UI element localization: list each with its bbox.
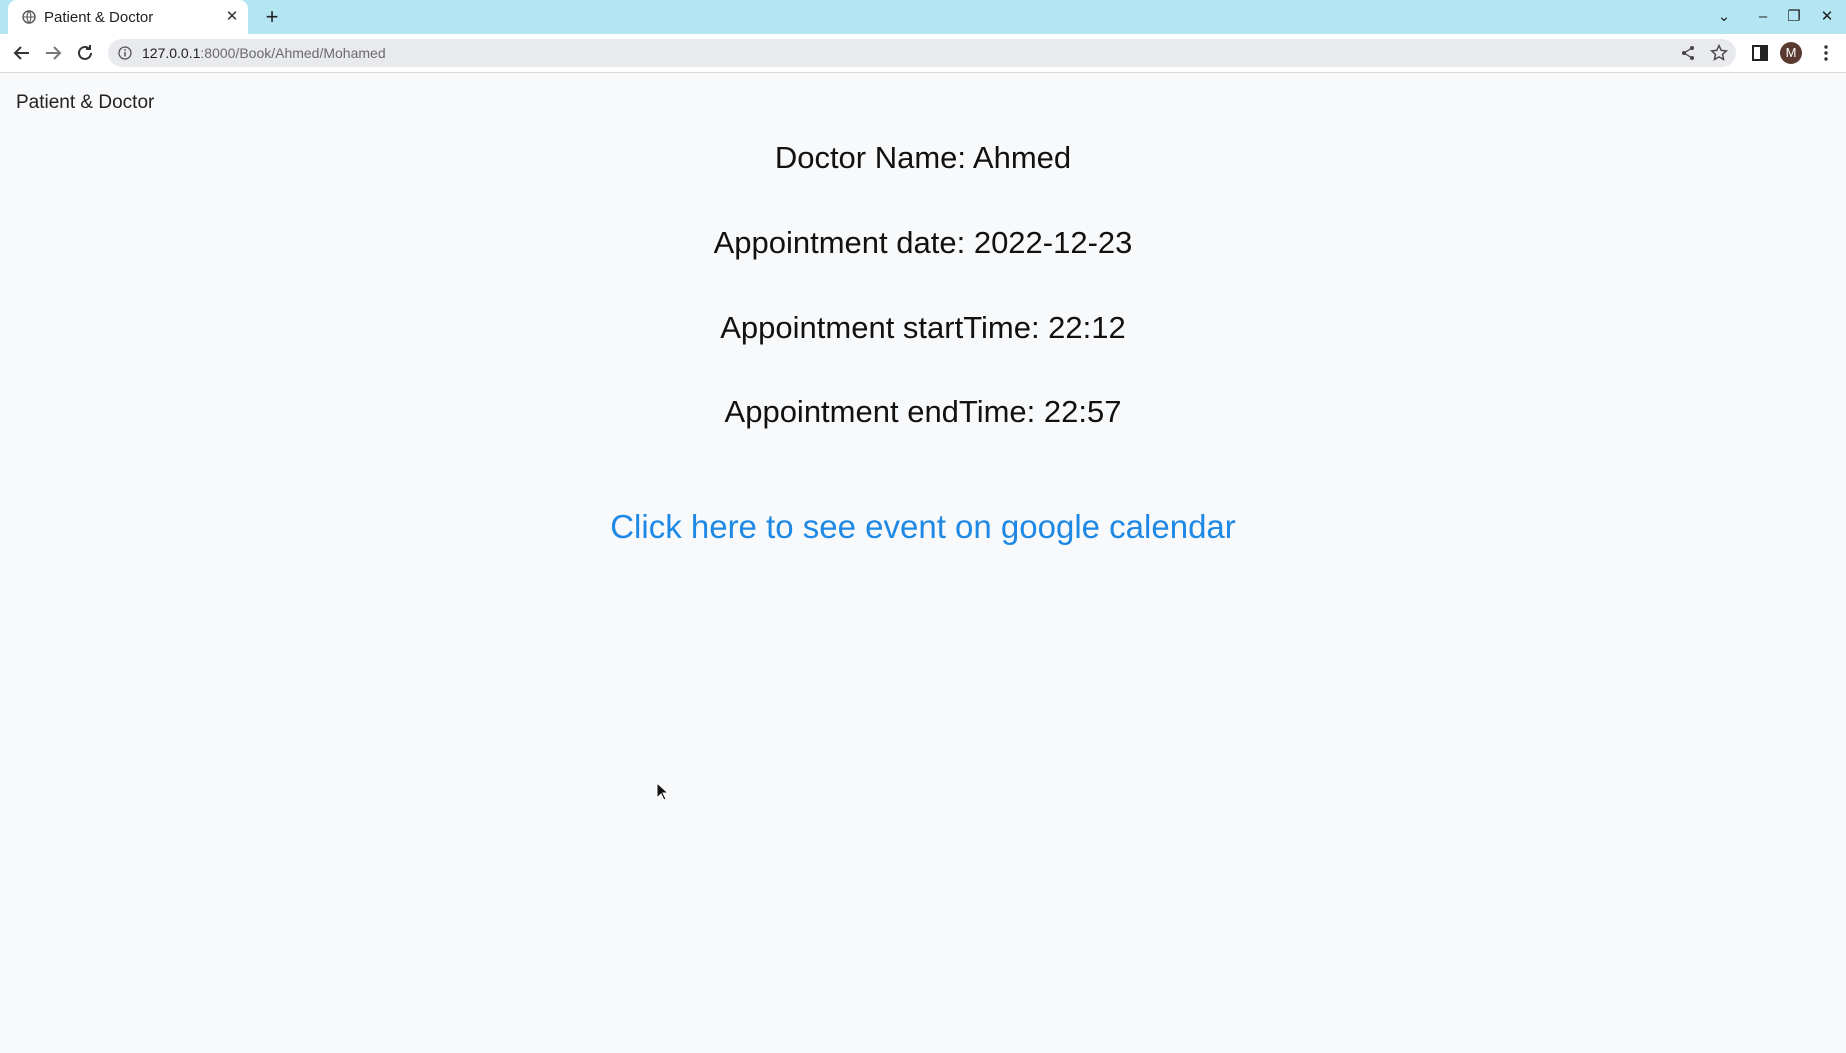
browser-tab[interactable]: Patient & Doctor ✕ [8, 0, 248, 34]
tab-title: Patient & Doctor [44, 9, 154, 26]
info-icon[interactable] [118, 46, 132, 60]
minimize-icon[interactable]: – [1751, 5, 1775, 29]
side-panel-icon[interactable] [1748, 41, 1772, 65]
plus-icon[interactable]: + [260, 5, 284, 29]
window-close-icon[interactable]: ✕ [1815, 5, 1839, 29]
back-icon[interactable] [10, 41, 34, 65]
forward-icon[interactable] [41, 41, 65, 65]
appointment-date: Appointment date: 2022-12-23 [713, 225, 1133, 260]
reload-icon[interactable] [73, 41, 97, 65]
share-icon[interactable] [1678, 43, 1698, 63]
tab-strip: Patient & Doctor ✕ + ⌄ – ❐ ✕ [0, 0, 1846, 34]
restore-icon[interactable]: ❐ [1782, 5, 1806, 29]
browser-toolbar: 127.0.0.1:8000/Book/Ahmed/Mohamed M [0, 34, 1846, 73]
tab-search-dropdown-icon[interactable]: ⌄ [1712, 5, 1736, 29]
appointment-end-time: Appointment endTime: 22:57 [724, 394, 1122, 429]
avatar[interactable]: M [1780, 42, 1802, 64]
url-text: 127.0.0.1:8000/Book/Ahmed/Mohamed [142, 45, 386, 61]
url-path: :8000/Book/Ahmed/Mohamed [200, 45, 386, 61]
appointment-start-time: Appointment startTime: 22:12 [720, 310, 1126, 345]
google-calendar-link[interactable]: Click here to see event on google calend… [0, 508, 1846, 546]
mouse-cursor-icon [656, 782, 670, 801]
address-bar[interactable]: 127.0.0.1:8000/Book/Ahmed/Mohamed [108, 39, 1736, 67]
menu-icon[interactable] [1814, 41, 1838, 65]
navbar-brand[interactable]: Patient & Doctor [16, 92, 154, 114]
star-icon[interactable] [1709, 43, 1729, 63]
url-host: 127.0.0.1 [142, 45, 201, 61]
globe-icon [22, 10, 36, 24]
close-icon[interactable]: ✕ [224, 9, 240, 25]
doctor-name: Doctor Name: Ahmed [774, 140, 1072, 175]
